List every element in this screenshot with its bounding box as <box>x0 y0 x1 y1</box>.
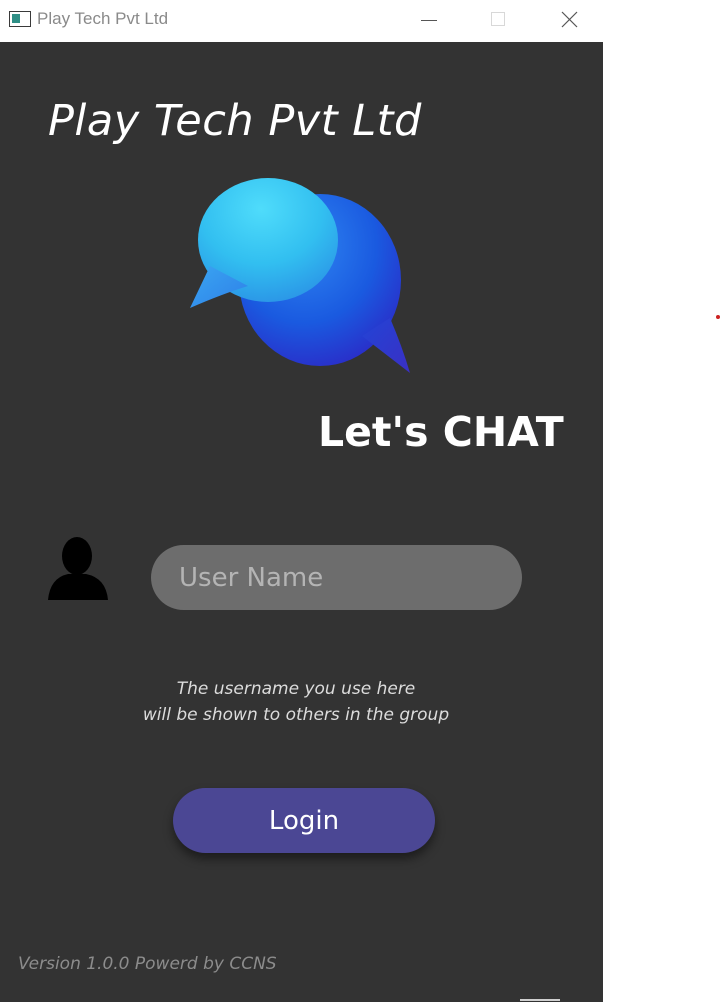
title-bar[interactable]: Play Tech Pvt Ltd <box>0 0 603 42</box>
close-icon <box>561 11 578 28</box>
login-button[interactable]: Login <box>173 788 435 853</box>
bottom-edge-line <box>520 999 560 1001</box>
window-title: Play Tech Pvt Ltd <box>37 9 169 28</box>
app-window-icon <box>9 11 31 27</box>
hint-line-2: will be shown to others in the group <box>142 705 450 725</box>
username-input[interactable] <box>151 545 522 610</box>
username-hint: The username you use here will be shown … <box>96 676 496 728</box>
company-name: Play Tech Pvt Ltd <box>48 96 422 146</box>
maximize-button[interactable] <box>485 8 511 32</box>
close-button[interactable] <box>556 8 582 32</box>
chat-bubbles-icon <box>182 168 422 387</box>
user-silhouette-icon <box>46 536 110 606</box>
hint-line-1: The username you use here <box>176 679 416 699</box>
app-window: Play Tech Pvt Ltd Play Tech Pvt Ltd Let'… <box>0 0 603 1002</box>
tagline: Let's CHAT <box>318 408 564 456</box>
minimize-button[interactable] <box>416 8 442 32</box>
version-text: Version 1.0.0 Powerd by CCNS <box>18 954 277 974</box>
stray-marker-dot <box>716 315 720 319</box>
